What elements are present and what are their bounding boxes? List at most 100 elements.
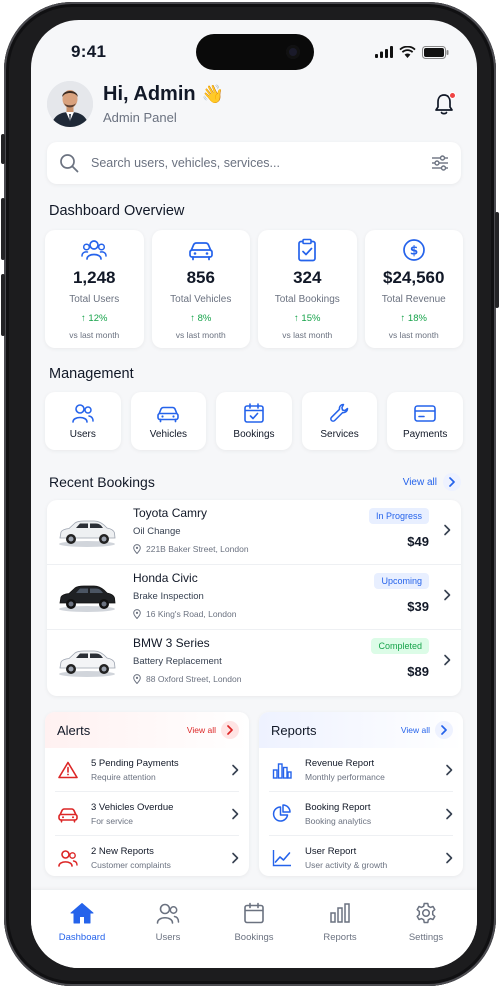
chevron-right-icon xyxy=(446,852,453,864)
greeting-title: Hi, Admin 👋 xyxy=(103,83,224,106)
chevron-right-icon xyxy=(444,524,451,536)
report-row[interactable]: Booking Report Booking analytics xyxy=(269,792,453,836)
tab-reports[interactable]: Reports xyxy=(297,890,383,968)
tab-label: Settings xyxy=(408,932,444,943)
chevron-right-icon xyxy=(232,808,239,819)
tab-label: Users xyxy=(155,932,181,943)
tab-dashboard[interactable]: Dashboard xyxy=(39,890,125,968)
report-subtitle: Booking analytics xyxy=(305,815,372,826)
report-title: User Report xyxy=(305,846,357,857)
stat-note: vs last month xyxy=(69,330,120,340)
booking-row[interactable]: BMW 3 Series Battery Replacement 88 Oxfo… xyxy=(47,630,461,695)
booking-price: $49 xyxy=(407,534,429,549)
alerts-title: Alerts xyxy=(57,722,91,738)
gear-icon xyxy=(416,902,436,924)
booking-address: 221B Baker Street, London xyxy=(133,544,249,554)
management-services-button[interactable]: Services xyxy=(301,392,378,450)
stat-change: ↑ 12% xyxy=(81,313,108,324)
warning-icon xyxy=(55,761,81,779)
stat-note: vs last month xyxy=(388,330,439,340)
dynamic-island xyxy=(196,34,314,70)
tab-bar: Dashboard Users Bookings Reports Setting… xyxy=(31,890,477,968)
battery-icon xyxy=(422,45,449,59)
tab-label: Dashboard xyxy=(58,932,106,943)
alert-row[interactable]: 5 Pending Payments Require attention xyxy=(55,748,239,792)
tab-users[interactable]: Users xyxy=(125,890,211,968)
management-label: Bookings xyxy=(233,428,275,440)
volume-up-button xyxy=(1,198,5,260)
alert-text: 3 Vehicles Overdue For service xyxy=(91,802,231,826)
stat-value: 324 xyxy=(293,268,322,287)
report-row[interactable]: Revenue Report Monthly performance xyxy=(269,748,453,792)
stat-note: vs last month xyxy=(282,330,333,340)
alert-text: 2 New Reports Customer complaints xyxy=(91,846,231,870)
status-badge: Completed xyxy=(371,638,429,654)
power-button xyxy=(495,212,499,308)
alert-row[interactable]: 3 Vehicles Overdue For service xyxy=(55,792,239,836)
view-all-label: View all xyxy=(186,725,216,735)
management-bookings-button[interactable]: Bookings xyxy=(216,392,292,450)
stat-label: Total Bookings xyxy=(274,294,340,305)
car-icon xyxy=(157,406,180,422)
booking-address-text: 16 King's Road, London xyxy=(146,609,237,619)
notification-dot xyxy=(449,92,456,99)
search-bar[interactable]: Search users, vehicles, services... xyxy=(47,142,461,184)
alert-row[interactable]: 2 New Reports Customer complaints xyxy=(55,836,239,876)
stat-card-users[interactable]: 1,248 Total Users ↑ 12% vs last month xyxy=(45,230,144,348)
status-time: 9:41 xyxy=(71,42,107,61)
stat-card-revenue[interactable]: $ $24,560 Total Revenue ↑ 18% vs last mo… xyxy=(364,230,463,348)
reports-title: Reports xyxy=(271,722,317,738)
pie-chart-icon xyxy=(269,803,295,824)
car-icon xyxy=(55,805,81,823)
calendar-check-icon xyxy=(244,402,264,423)
report-text: Booking Report Booking analytics xyxy=(305,802,445,826)
location-pin-icon xyxy=(133,609,141,619)
users-icon xyxy=(71,403,94,423)
reports-panel: Reports View all Revenue Report Monthly … xyxy=(259,712,463,876)
clipboard-check-icon xyxy=(298,238,317,262)
filter-icon[interactable] xyxy=(431,155,449,171)
booking-row[interactable]: Toyota Camry Oil Change 221B Baker Stree… xyxy=(47,500,461,565)
management-payments-button[interactable]: Payments xyxy=(387,392,463,450)
alerts-header: Alerts View all xyxy=(45,712,249,748)
booking-car-name: Toyota Camry xyxy=(133,506,208,520)
recent-bookings-view-all[interactable]: View all xyxy=(403,473,461,491)
report-row[interactable]: User Report User activity & growth xyxy=(269,836,453,876)
greeting-block: Hi, Admin 👋 Admin Panel xyxy=(103,83,224,125)
alert-text: 5 Pending Payments Require attention xyxy=(91,758,231,782)
stat-card-vehicles[interactable]: 856 Total Vehicles ↑ 8% vs last month xyxy=(151,230,250,348)
notification-button[interactable] xyxy=(433,92,457,116)
bar-chart-icon xyxy=(330,903,350,923)
avatar-image xyxy=(47,81,93,127)
car-icon xyxy=(188,242,213,261)
tab-label: Bookings xyxy=(234,932,274,943)
search-input[interactable]: Search users, vehicles, services... xyxy=(91,156,431,170)
stat-card-bookings[interactable]: 324 Total Bookings ↑ 15% vs last month xyxy=(258,230,357,348)
recent-bookings-header: Recent Bookings View all xyxy=(49,472,461,492)
report-text: User Report User activity & growth xyxy=(305,846,445,870)
tab-settings[interactable]: Settings xyxy=(383,890,469,968)
reports-view-all[interactable]: View all xyxy=(401,721,453,739)
chevron-right-icon xyxy=(435,721,453,739)
booking-row[interactable]: Honda Civic Brake Inspection 16 King's R… xyxy=(47,565,461,630)
tab-bookings[interactable]: Bookings xyxy=(211,890,297,968)
management-vehicles-button[interactable]: Vehicles xyxy=(130,392,207,450)
booking-service: Brake Inspection xyxy=(133,591,204,602)
car-image xyxy=(59,650,116,677)
bar-chart-icon xyxy=(269,761,295,779)
tab-label: Reports xyxy=(323,932,357,943)
stat-value: $24,560 xyxy=(383,268,445,287)
booking-address: 16 King's Road, London xyxy=(133,609,236,619)
chevron-right-icon xyxy=(444,589,451,601)
car-image xyxy=(59,520,116,547)
stat-label: Total Users xyxy=(69,294,120,305)
stat-note: vs last month xyxy=(175,330,226,340)
avatar[interactable] xyxy=(47,81,93,127)
management-users-button[interactable]: Users xyxy=(45,392,121,450)
management-label: Services xyxy=(320,428,359,440)
report-subtitle: Monthly performance xyxy=(305,771,385,782)
alerts-view-all[interactable]: View all xyxy=(187,721,239,739)
greeting-subtitle: Admin Panel xyxy=(103,110,177,125)
reports-header: Reports View all xyxy=(259,712,463,748)
app-screen: 9:41 Hi, Admin 👋 Admin Panel Search user… xyxy=(31,20,477,968)
